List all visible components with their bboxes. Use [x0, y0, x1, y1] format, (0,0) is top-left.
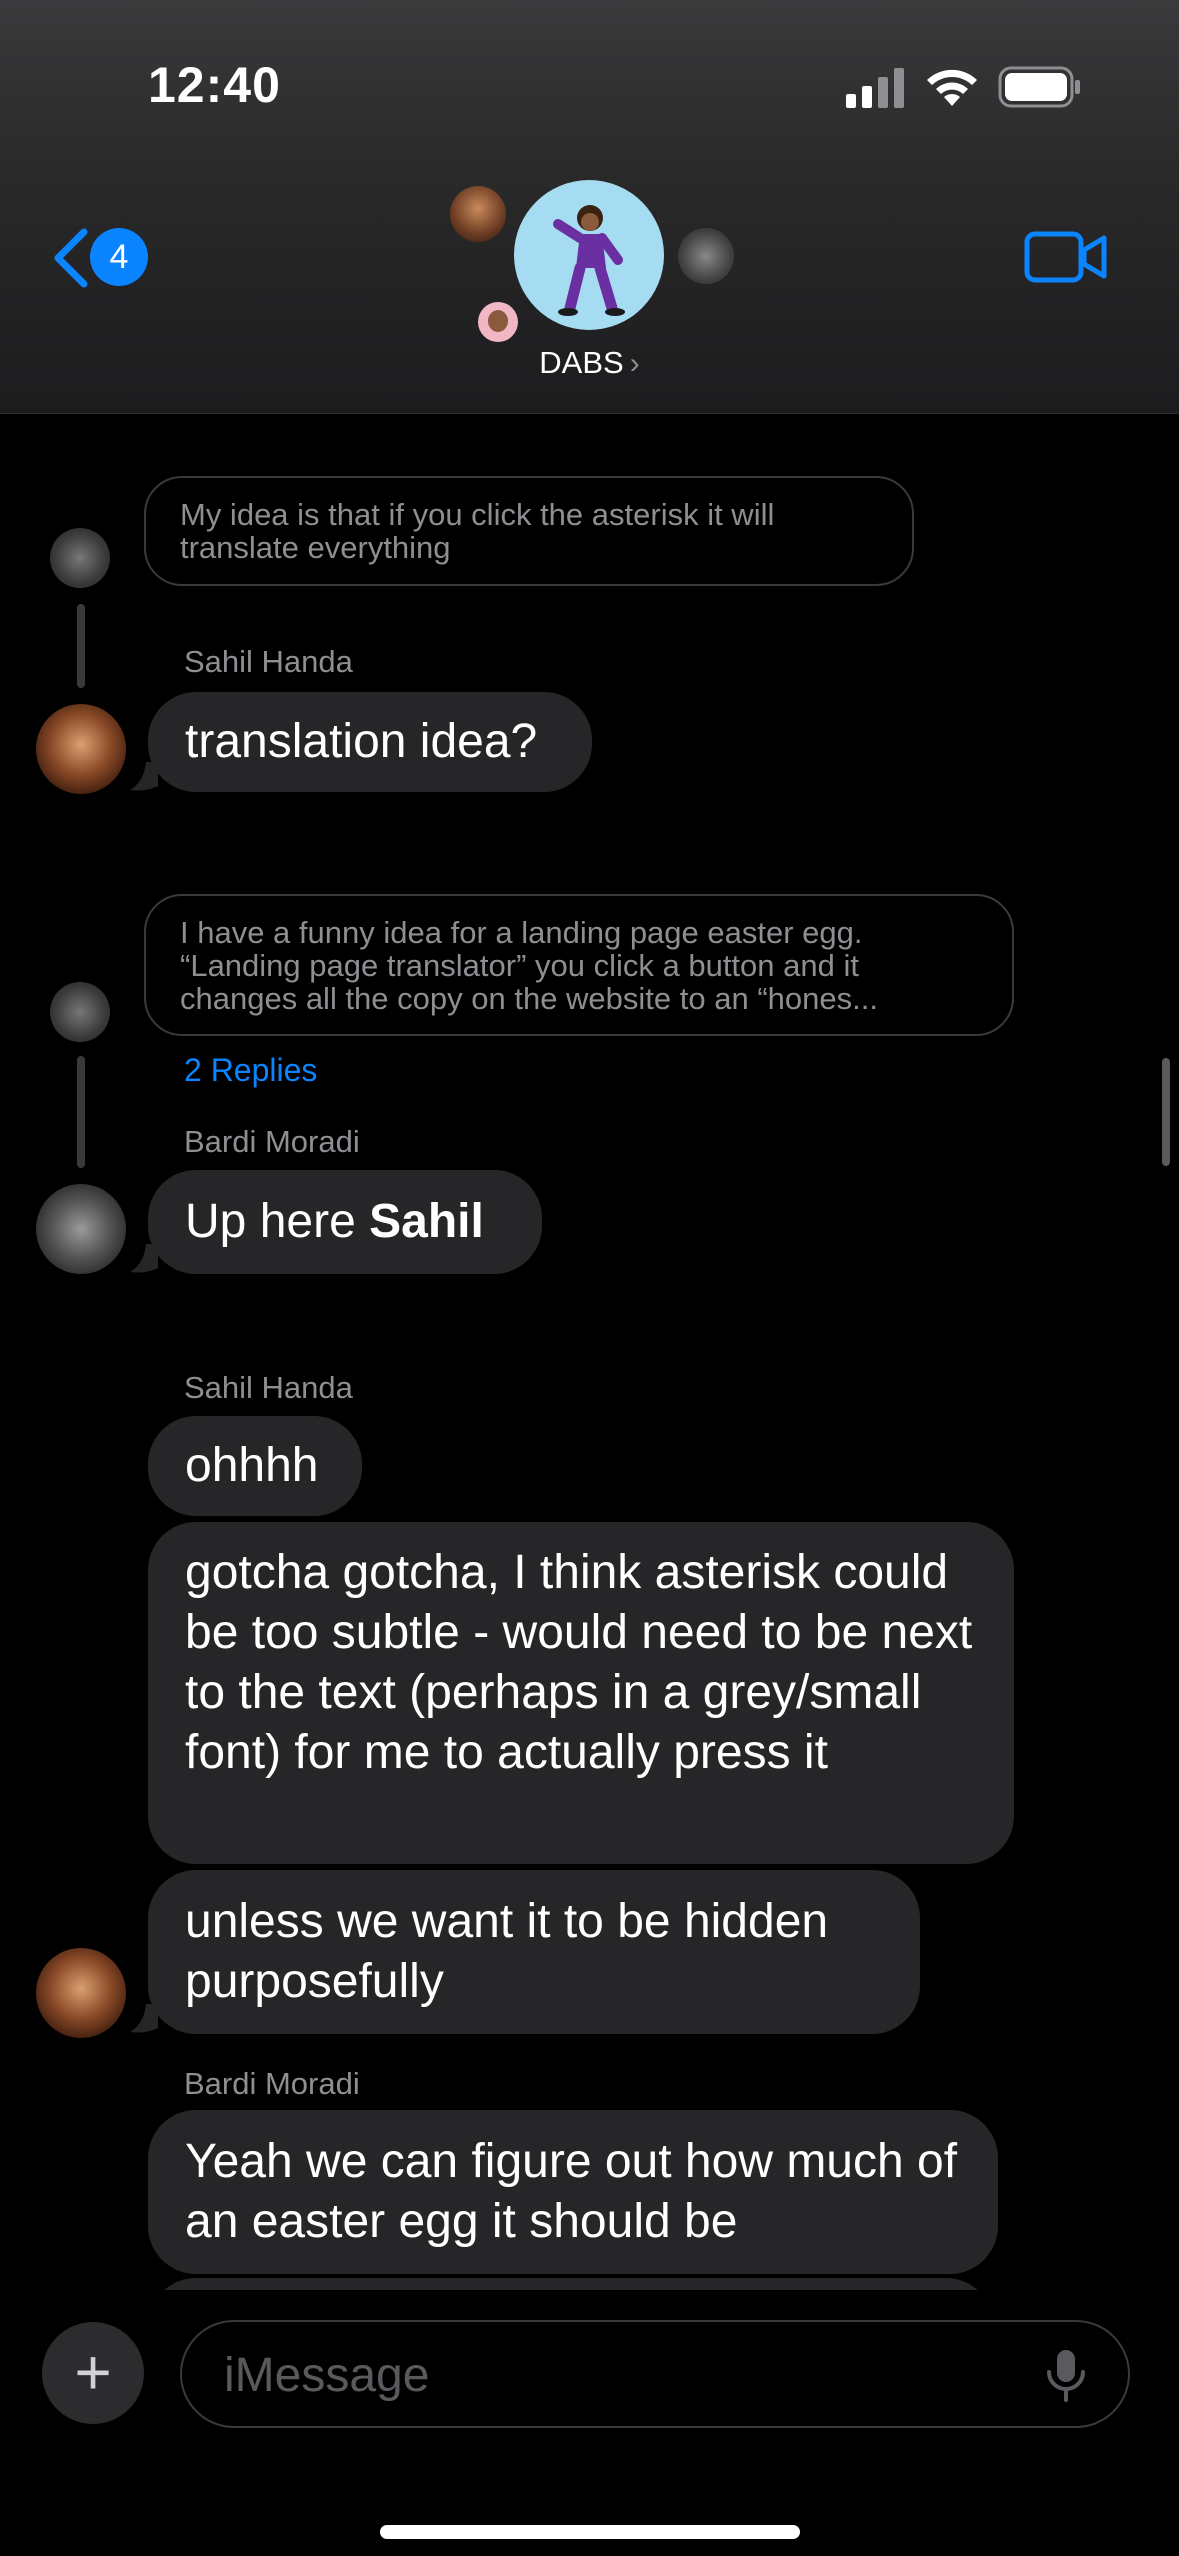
message-field[interactable]: [180, 2320, 1130, 2428]
reply-quote-text: I have a funny idea for a landing page e…: [180, 915, 878, 1016]
message-text: translation idea?: [185, 715, 538, 768]
reply-avatar-bardi: [50, 528, 110, 588]
message-text: Up here: [185, 1195, 370, 1248]
reply-quote-bubble[interactable]: I have a funny idea for a landing page e…: [144, 894, 1014, 1036]
status-time: 12:40: [148, 57, 281, 113]
message-text: gotcha gotcha, I think asterisk could be…: [185, 1546, 973, 1779]
mention-text: Sahil: [369, 1195, 484, 1248]
message-text: Yeah we can figure out how much of an ea…: [185, 2135, 958, 2248]
thread-line: [77, 604, 85, 688]
reply-avatar-bardi: [50, 982, 110, 1042]
member-avatar-top-left: [450, 186, 506, 242]
home-indicator[interactable]: [380, 2525, 800, 2539]
chevron-right-icon: ›: [629, 347, 640, 380]
unread-count-badge[interactable]: 4: [90, 228, 148, 286]
member-avatar-right: [678, 228, 734, 284]
conversation-header: 12:40 4 DABS ›: [0, 0, 1179, 414]
sender-name: Bardi Moradi: [184, 2066, 360, 2101]
microphone-icon[interactable]: [1044, 2348, 1088, 2404]
message-bubble[interactable]: Yeah we can figure out how much of an ea…: [148, 2110, 998, 2274]
message-text: ohhhh: [185, 1439, 319, 1492]
plus-button[interactable]: +: [42, 2322, 144, 2424]
sender-name: Sahil Handa: [184, 1370, 353, 1405]
avatar-sahil[interactable]: [36, 1948, 126, 2038]
replies-link[interactable]: 2 Replies: [184, 1052, 317, 1089]
avatar-sahil[interactable]: [36, 704, 126, 794]
reply-quote-text: My idea is that if you click the asteris…: [180, 497, 775, 565]
back-chevron-icon[interactable]: [48, 226, 92, 290]
message-bubble[interactable]: gotcha gotcha, I think asterisk could be…: [148, 1522, 1014, 1864]
reply-quote-bubble[interactable]: My idea is that if you click the asteris…: [144, 476, 914, 586]
message-input[interactable]: [222, 2344, 1006, 2406]
sender-name: Sahil Handa: [184, 644, 353, 679]
composer-bar: +: [0, 2290, 1179, 2556]
group-name[interactable]: DABS ›: [0, 345, 1179, 381]
group-avatar[interactable]: [514, 180, 664, 330]
avatar-bardi[interactable]: [36, 1184, 126, 1274]
message-bubble[interactable]: translation idea?: [148, 692, 592, 792]
message-bubble[interactable]: ohhhh: [148, 1416, 362, 1516]
scrollbar[interactable]: [1162, 1058, 1170, 1166]
group-name-label[interactable]: DABS: [539, 345, 623, 380]
thread-line: [77, 1056, 85, 1168]
message-bubble[interactable]: unless we want it to be hidden purposefu…: [148, 1870, 920, 2034]
battery-icon: [998, 66, 1080, 108]
wifi-icon: [927, 69, 977, 106]
dancer-emoji-icon: [553, 205, 625, 316]
video-camera-icon[interactable]: [1024, 228, 1108, 286]
sender-name: Bardi Moradi: [184, 1124, 360, 1159]
message-text: unless we want it to be hidden purposefu…: [185, 1895, 829, 2008]
member-avatar-bottom-left: [478, 302, 518, 342]
message-bubble[interactable]: Up here Sahil: [148, 1170, 542, 1274]
cellular-signal-icon: [846, 68, 904, 108]
